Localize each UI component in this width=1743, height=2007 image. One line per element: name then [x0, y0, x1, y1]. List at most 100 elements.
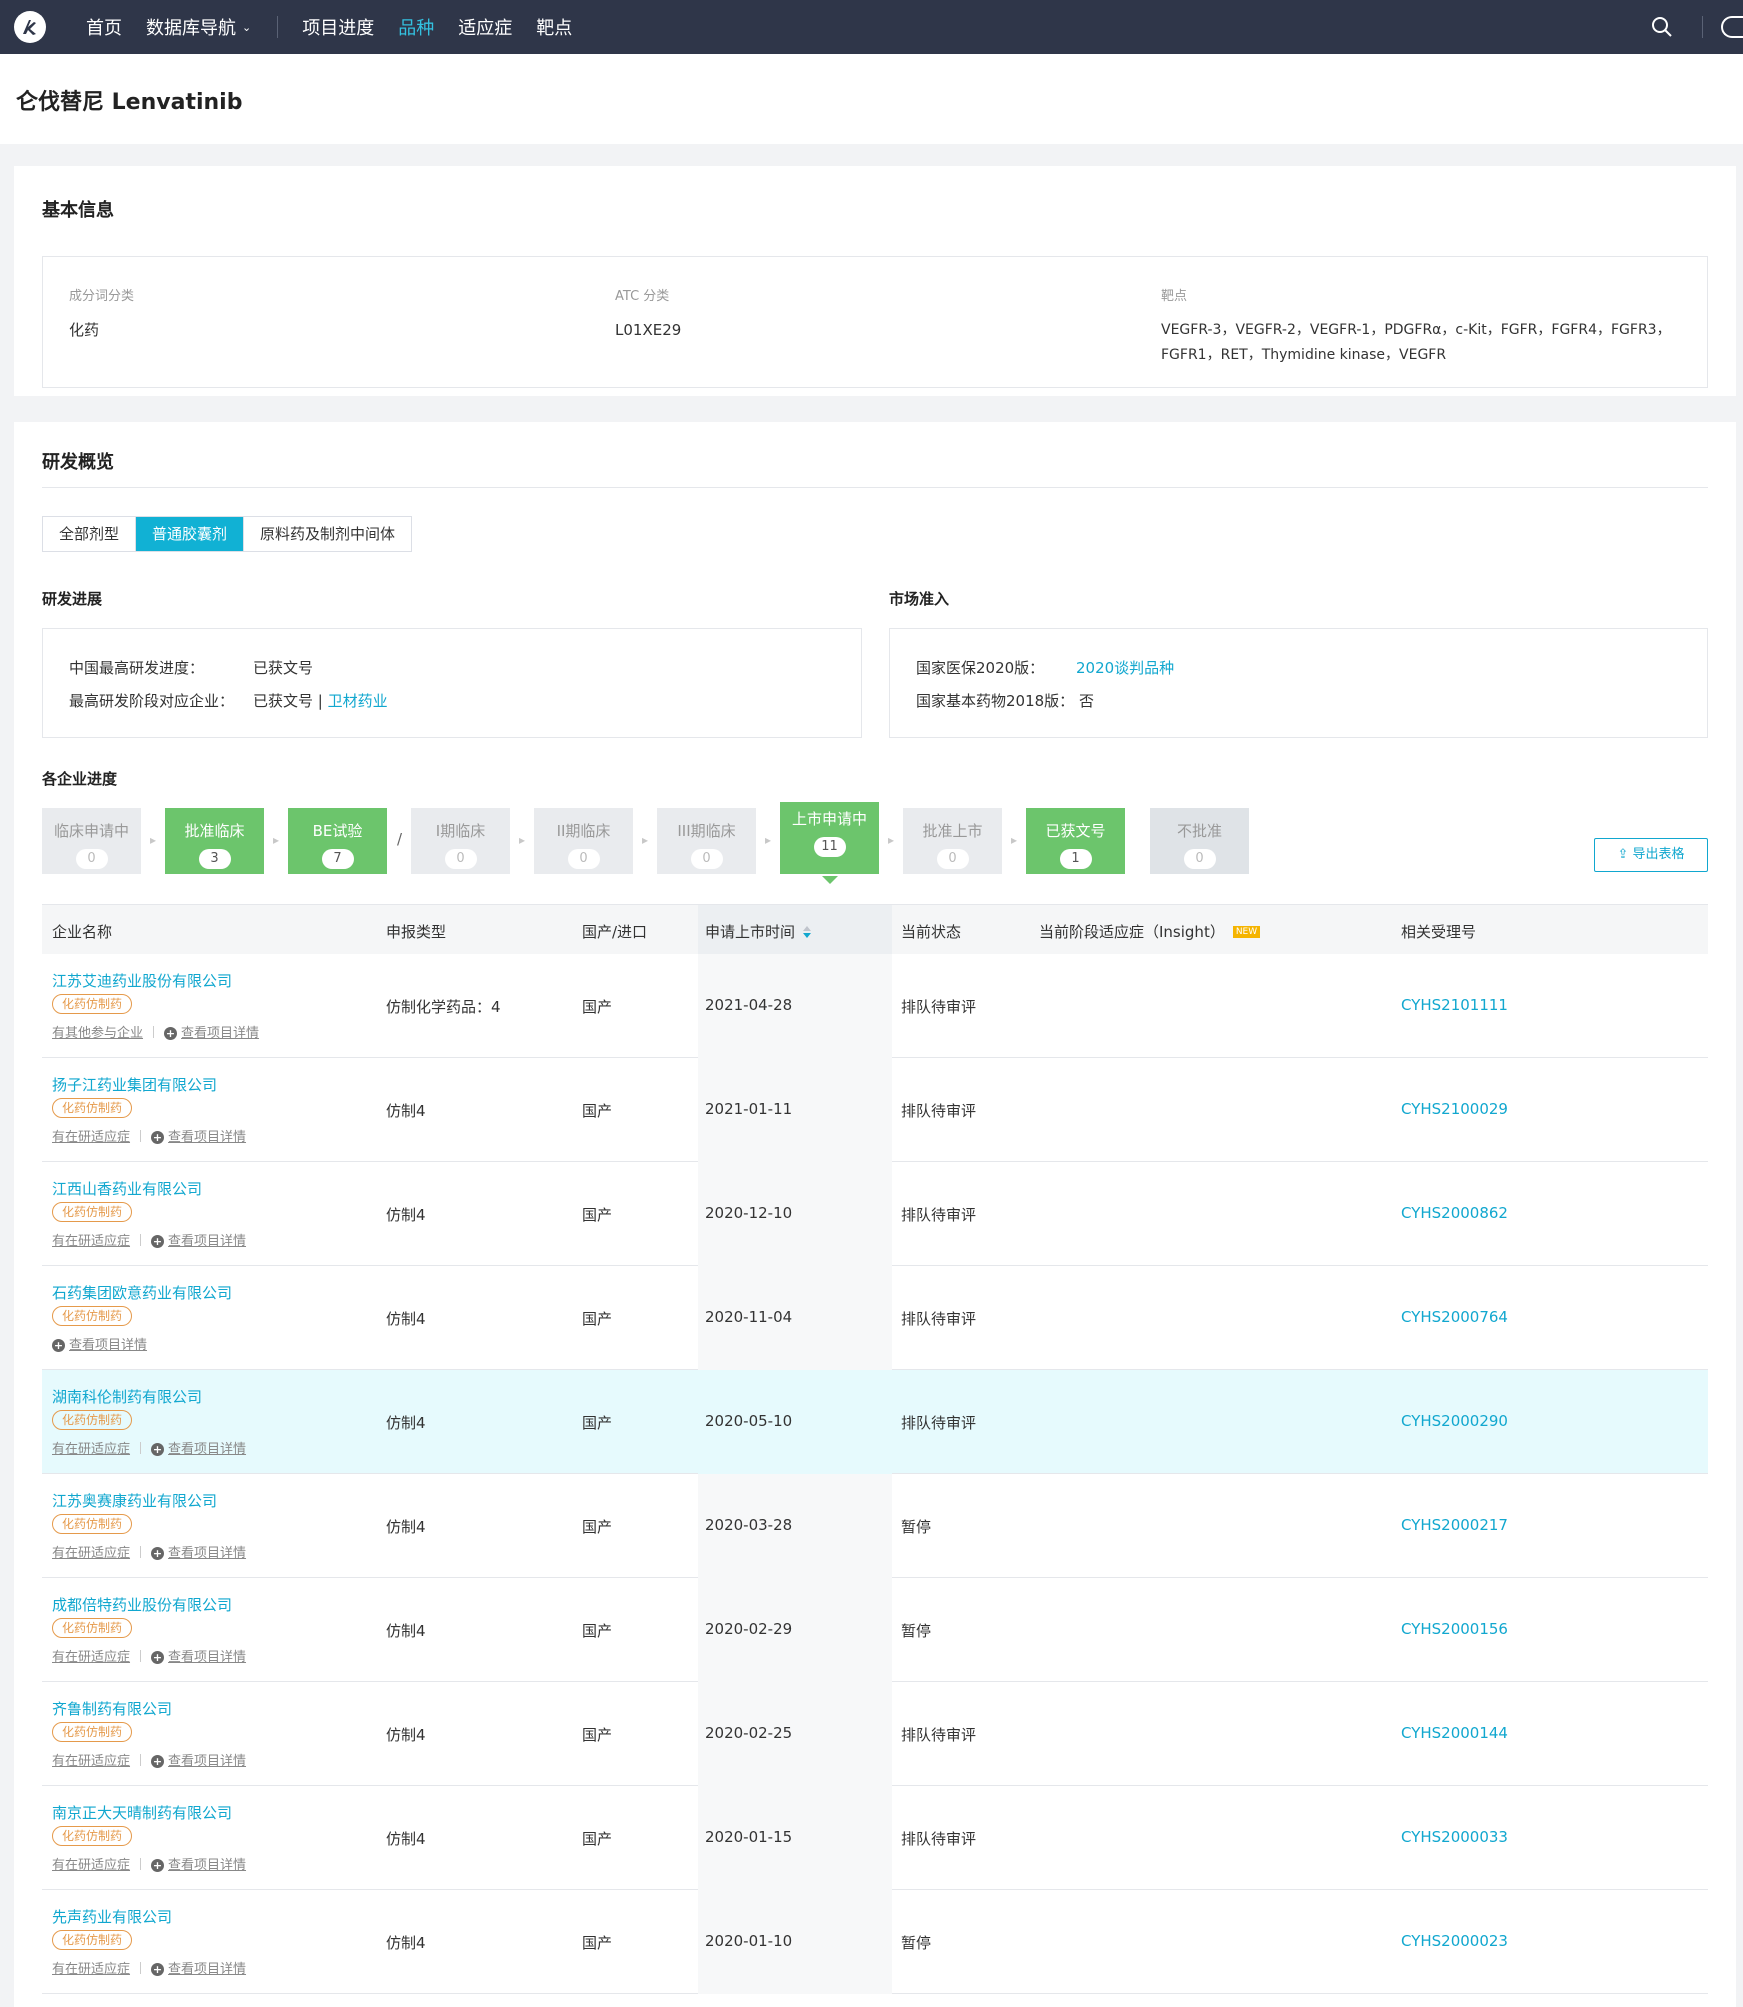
company-name-link[interactable]: 扬子江药业集团有限公司 — [52, 1074, 217, 1095]
project-detail-label: 查看项目详情 — [168, 1650, 247, 1665]
tab-raw[interactable]: 原料药及制剂中间体 — [243, 517, 411, 551]
project-detail-link[interactable]: + 查看项目详情 — [151, 1854, 246, 1873]
search-icon[interactable] — [1651, 16, 1673, 38]
company-name-link[interactable]: 江苏艾迪药业股份有限公司 — [52, 970, 232, 991]
stage-phase1[interactable]: I期临床 0 — [411, 808, 510, 874]
drug-type-tag: 化药仿制药 — [52, 1306, 133, 1326]
related-link[interactable]: 有在研适应症 — [52, 1438, 130, 1457]
nav-home[interactable]: 首页 — [86, 14, 122, 40]
cell-status: 排队待审评 — [901, 1102, 977, 1120]
project-detail-label: 查看项目详情 — [168, 1234, 247, 1249]
project-detail-link[interactable]: + 查看项目详情 — [151, 1230, 246, 1249]
company-name-link[interactable]: 南京正大天晴制药有限公司 — [52, 1802, 232, 1823]
company-name-link[interactable]: 江苏奥赛康药业有限公司 — [52, 1490, 217, 1511]
stage-count: 1 — [1059, 849, 1092, 869]
cell-date: 2020-05-10 — [705, 1412, 793, 1430]
project-detail-link[interactable]: + 查看项目详情 — [151, 1126, 246, 1145]
accept-no-link[interactable]: CYHS2100029 — [1401, 1100, 1508, 1118]
related-link[interactable]: 有在研适应症 — [52, 1646, 130, 1665]
stage-name: 批准临床 — [184, 822, 245, 840]
project-detail-label: 查看项目详情 — [168, 1962, 247, 1977]
new-badge: NEW — [1232, 926, 1261, 938]
nav-variety[interactable]: 品种 — [398, 14, 434, 40]
export-table-button[interactable]: ⇪ 导出表格 — [1594, 838, 1708, 872]
stage-licensed[interactable]: 已获文号 1 — [1026, 808, 1125, 874]
accept-no-link[interactable]: CYHS2101111 — [1401, 996, 1508, 1014]
project-detail-link[interactable]: + 查看项目详情 — [151, 1438, 246, 1457]
company-name-link[interactable]: 齐鲁制药有限公司 — [52, 1698, 172, 1719]
stage-name: 已获文号 — [1045, 822, 1106, 840]
project-detail-link[interactable]: + 查看项目详情 — [164, 1022, 259, 1041]
stage-count: 0 — [567, 849, 600, 869]
company-name-link[interactable]: 先声药业有限公司 — [52, 1906, 172, 1927]
related-link[interactable]: 有在研适应症 — [52, 1854, 130, 1873]
company-name-link[interactable]: 湖南科伦制药有限公司 — [52, 1386, 202, 1407]
cell-origin: 国产 — [582, 1310, 613, 1328]
info-value: L01XE29 — [615, 321, 682, 339]
project-detail-link[interactable]: + 查看项目详情 — [151, 1958, 246, 1977]
link-separator — [140, 1649, 142, 1662]
related-link[interactable]: 有在研适应症 — [52, 1126, 130, 1145]
accept-no-link[interactable]: CYHS2000033 — [1401, 1828, 1508, 1846]
company-name-link[interactable]: 江西山香药业有限公司 — [52, 1178, 202, 1199]
stage-rejected[interactable]: 不批准 0 — [1150, 808, 1249, 874]
insurance-link[interactable]: 2020谈判品种 — [1076, 657, 1174, 678]
highest-value: 已获文号 — [253, 659, 314, 677]
stage-clinical-apply[interactable]: 临床申请中 0 — [42, 808, 141, 874]
project-detail-link[interactable]: + 查看项目详情 — [151, 1646, 246, 1665]
row-links: 有在研适应症 + 查看项目详情 — [52, 1438, 246, 1457]
project-detail-link[interactable]: + 查看项目详情 — [52, 1334, 147, 1353]
row-links: 有在研适应症 + 查看项目详情 — [52, 1126, 246, 1145]
related-link[interactable]: 有在研适应症 — [52, 1542, 130, 1561]
tab-all[interactable]: 全部剂型 — [43, 517, 135, 551]
highest-company: 最高研发阶段对应企业： 已获文号 | 卫材药业 — [69, 690, 388, 711]
cell-origin: 国产 — [582, 1934, 613, 1952]
project-detail-link[interactable]: + 查看项目详情 — [151, 1750, 246, 1769]
related-link[interactable]: 有在研适应症 — [52, 1958, 130, 1977]
info-target: 靶点 VEGFR-3，VEGFR-2，VEGFR-1，PDGFRα，c-Kit，… — [1161, 285, 1671, 368]
th-accept-no: 相关受理号 — [1401, 923, 1477, 941]
stage-phase3[interactable]: III期临床 0 — [657, 808, 756, 874]
stage-market-approved[interactable]: 批准上市 0 — [903, 808, 1002, 874]
company-name-link[interactable]: 石药集团欧意药业有限公司 — [52, 1282, 232, 1303]
cell-date: 2020-01-10 — [705, 1932, 793, 1950]
company-name-link[interactable]: 成都倍特药业股份有限公司 — [52, 1594, 232, 1615]
accept-no-link[interactable]: CYHS2000290 — [1401, 1412, 1508, 1430]
tab-capsule[interactable]: 普通胶囊剂 — [135, 517, 244, 551]
nav-project[interactable]: 项目进度 — [302, 14, 374, 40]
cell-status: 排队待审评 — [901, 1726, 977, 1744]
accept-no-link[interactable]: CYHS2000023 — [1401, 1932, 1508, 1950]
basic-info-card: 基本信息 成分词分类 化药 ATC 分类 L01XE29 靶点 VEGFR-3，… — [14, 166, 1736, 396]
table-body: 江苏艾迪药业股份有限公司 化药仿制药 有其他参与企业 + 查看项目详情 仿制化学药品：4 国… — [42, 954, 1708, 1994]
sort-icon[interactable] — [803, 926, 812, 938]
logo-icon[interactable] — [14, 11, 46, 43]
related-link[interactable]: 有其他参与企业 — [52, 1022, 143, 1041]
cell-status: 排队待审评 — [901, 1830, 977, 1848]
stage-be-trial[interactable]: BE试验 7 — [288, 808, 387, 874]
drug-type-tag: 化药仿制药 — [52, 1514, 133, 1534]
accept-no-link[interactable]: CYHS2000862 — [1401, 1204, 1508, 1222]
stage-phase2[interactable]: II期临床 0 — [534, 808, 633, 874]
cell-origin: 国产 — [582, 1830, 613, 1848]
nav-db[interactable]: 数据库导航 ⌄ — [146, 14, 251, 40]
accept-no-link[interactable]: CYHS2000217 — [1401, 1516, 1508, 1534]
link-separator — [140, 1129, 142, 1142]
accept-no-link[interactable]: CYHS2000764 — [1401, 1308, 1508, 1326]
essential-label: 国家基本药物2018版： — [916, 692, 1075, 710]
nav-target[interactable]: 靶点 — [536, 14, 572, 40]
stage-clinical-approved[interactable]: 批准临床 3 — [165, 808, 264, 874]
basic-info-title: 基本信息 — [42, 200, 114, 221]
stage-market-apply[interactable]: 上市申请中 11 — [780, 802, 879, 884]
help-icon[interactable] — [1721, 16, 1743, 38]
th-date[interactable]: 申请上市时间 — [705, 921, 812, 942]
related-link[interactable]: 有在研适应症 — [52, 1230, 130, 1249]
company-link[interactable]: 卫材药业 — [328, 690, 388, 711]
accept-no-link[interactable]: CYHS2000144 — [1401, 1724, 1508, 1742]
related-link[interactable]: 有在研适应症 — [52, 1750, 130, 1769]
nav-indication[interactable]: 适应症 — [458, 14, 512, 40]
accept-no-link[interactable]: CYHS2000156 — [1401, 1620, 1508, 1638]
top-navbar: 首页 数据库导航 ⌄ 项目进度 品种 适应症 靶点 — [0, 0, 1743, 54]
project-detail-link[interactable]: + 查看项目详情 — [151, 1542, 246, 1561]
cell-type: 仿制4 — [386, 1934, 426, 1952]
th-date-label: 申请上市时间 — [705, 923, 796, 941]
